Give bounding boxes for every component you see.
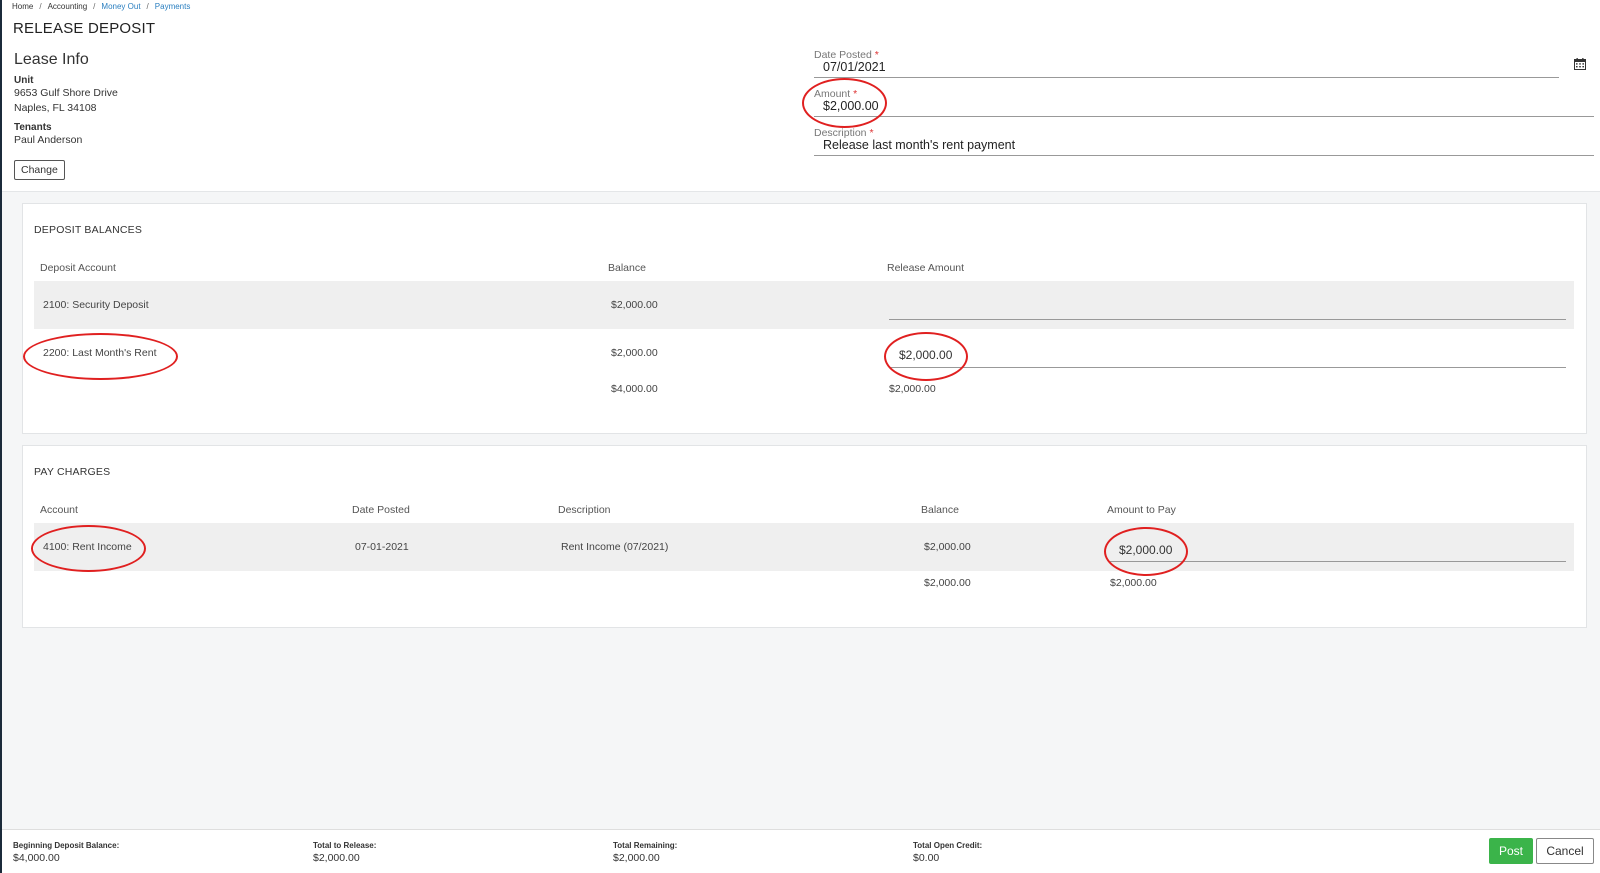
total-to-release-stat: Total to Release: $2,000.00 — [313, 841, 377, 864]
col-balance: Balance — [921, 504, 959, 516]
total-remaining-value: $2,000.00 — [613, 852, 660, 864]
col-deposit-account: Deposit Account — [40, 262, 116, 274]
breadcrumb: Home / Accounting / Money Out / Payments — [12, 2, 191, 11]
cancel-button[interactable]: Cancel — [1536, 838, 1594, 864]
calendar-icon[interactable] — [1574, 58, 1586, 70]
lease-info: Lease Info Unit 9653 Gulf Shore Drive Na… — [14, 51, 314, 180]
total-balance: $4,000.00 — [611, 383, 658, 395]
beginning-balance-value: $4,000.00 — [13, 852, 60, 864]
release-amount-input[interactable]: $2,000.00 — [899, 348, 952, 362]
total-to-release-value: $2,000.00 — [313, 852, 360, 864]
total-open-credit-stat: Total Open Credit: $0.00 — [913, 841, 983, 864]
col-account: Account — [40, 504, 78, 516]
tenant-name: Paul Anderson — [14, 134, 83, 146]
change-button[interactable]: Change — [14, 160, 65, 180]
col-date-posted: Date Posted — [352, 504, 410, 516]
post-button[interactable]: Post — [1489, 838, 1533, 864]
amount-input[interactable]: $2,000.00 — [814, 100, 1594, 117]
deposit-balances-panel: DEPOSIT BALANCES Deposit Account Balance… — [22, 203, 1587, 434]
account-cell: 4100: Rent Income — [43, 541, 132, 553]
breadcrumb-accounting[interactable]: Accounting — [48, 2, 88, 11]
col-balance: Balance — [608, 262, 646, 274]
breadcrumb-payments[interactable]: Payments — [155, 2, 191, 11]
amount-to-pay-input[interactable]: $2,000.00 — [1119, 543, 1172, 557]
date-cell: 07-01-2021 — [355, 541, 409, 553]
total-balance: $2,000.00 — [924, 577, 971, 589]
summary-footer: Beginning Deposit Balance: $4,000.00 Tot… — [2, 829, 1600, 873]
tenants-label: Tenants — [14, 122, 52, 133]
amount-field[interactable]: Amount * $2,000.00 — [814, 88, 1594, 117]
total-open-credit-value: $0.00 — [913, 852, 940, 864]
description-cell: Rent Income (07/2021) — [561, 541, 669, 553]
total-remaining-stat: Total Remaining: $2,000.00 — [613, 841, 678, 864]
lease-info-heading: Lease Info — [14, 51, 89, 68]
col-amount-to-pay: Amount to Pay — [1107, 504, 1176, 516]
table-row: 2200: Last Month's Rent $2,000.00 $2,000… — [34, 329, 1574, 377]
date-posted-field[interactable]: Date Posted * 07/01/2021 — [814, 49, 1559, 78]
balance-cell: $2,000.00 — [611, 347, 658, 359]
col-description: Description — [558, 504, 611, 516]
pay-charges-title: PAY CHARGES — [34, 466, 111, 478]
beginning-balance-stat: Beginning Deposit Balance: $4,000.00 — [13, 841, 120, 864]
pay-charges-panel: PAY CHARGES Account Date Posted Descript… — [22, 445, 1587, 628]
page-title: RELEASE DEPOSIT — [13, 20, 156, 37]
balance-cell: $2,000.00 — [611, 299, 658, 311]
header-area: Home / Accounting / Money Out / Payments RELEA… — [2, 0, 1600, 192]
total-amount-to-pay: $2,000.00 — [1110, 577, 1157, 589]
description-field[interactable]: Description * Release last month's rent … — [814, 127, 1594, 156]
table-row: 2100: Security Deposit $2,000.00 — [34, 281, 1574, 329]
unit-address-line1: 9653 Gulf Shore Drive — [14, 87, 118, 99]
deposit-account-cell: 2200: Last Month's Rent — [43, 347, 157, 359]
table-row: 4100: Rent Income 07-01-2021 Rent Income… — [34, 523, 1574, 571]
deposit-balances-title: DEPOSIT BALANCES — [34, 224, 143, 236]
breadcrumb-money-out[interactable]: Money Out — [101, 2, 140, 11]
total-release: $2,000.00 — [889, 383, 936, 395]
col-release-amount: Release Amount — [887, 262, 965, 274]
unit-label: Unit — [14, 75, 34, 86]
unit-address-line2: Naples, FL 34108 — [14, 102, 97, 114]
description-input[interactable]: Release last month's rent payment — [814, 139, 1594, 156]
breadcrumb-home[interactable]: Home — [12, 2, 33, 11]
balance-cell: $2,000.00 — [924, 541, 971, 553]
deposit-account-cell: 2100: Security Deposit — [43, 299, 149, 311]
date-posted-input[interactable]: 07/01/2021 — [814, 61, 1559, 78]
